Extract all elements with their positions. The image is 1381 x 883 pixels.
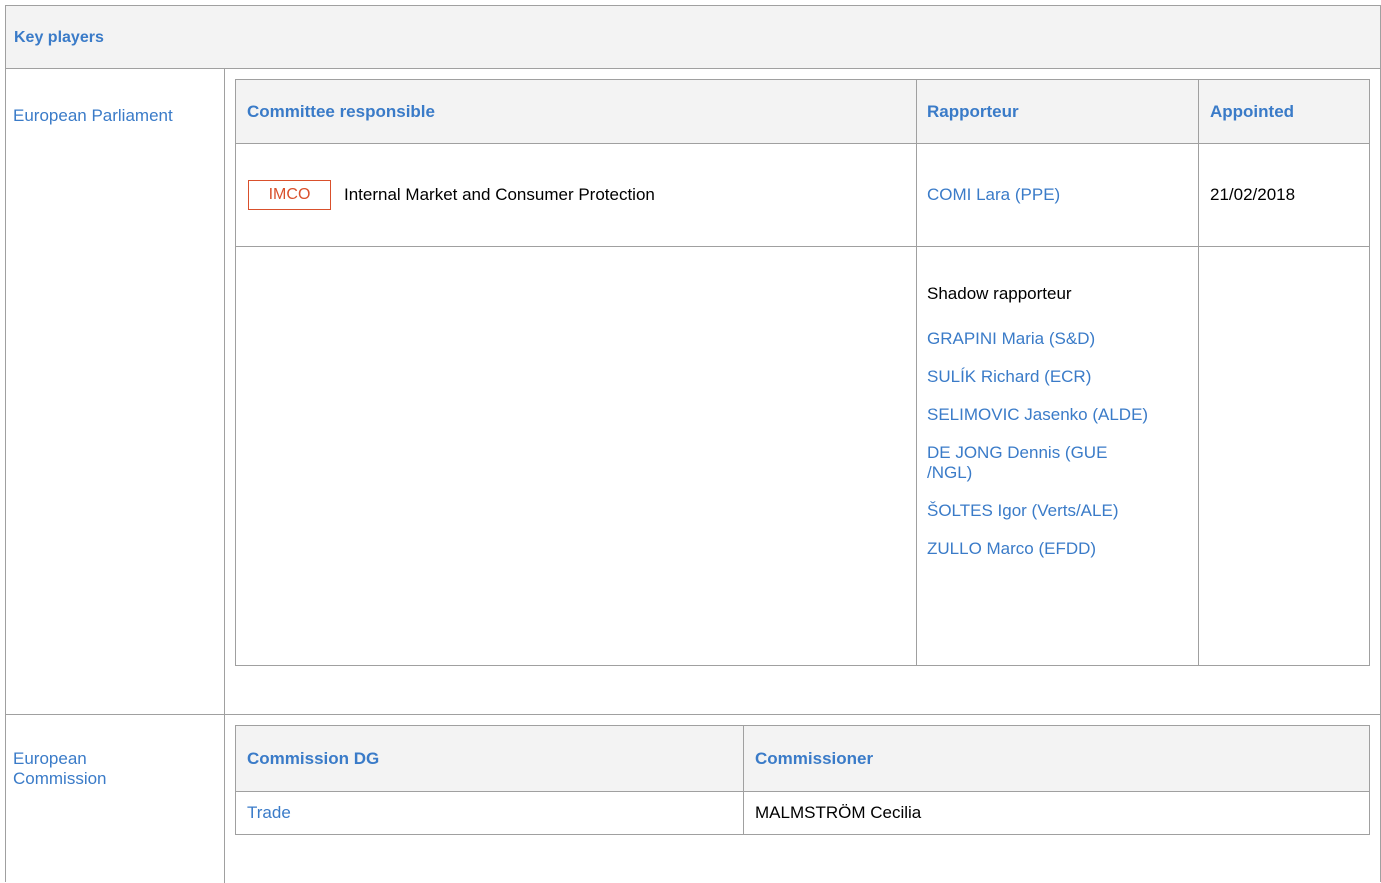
committee-table: Committee responsible Rapporteur Appoint… (235, 79, 1370, 666)
commission-dg-link[interactable]: Trade (247, 803, 291, 823)
shadow-rapporteur-link[interactable]: ŠOLTES Igor (Verts/ALE) (927, 501, 1118, 520)
committee-name: Internal Market and Consumer Protection (344, 185, 655, 204)
commission-table-header: Commission DG Commissioner (236, 726, 1369, 792)
commission-table: Commission DG Commissioner Trade MALMSTR… (235, 725, 1370, 835)
committee-table-header: Committee responsible Rapporteur Appoint… (236, 80, 1369, 144)
shadow-rapporteur-link[interactable]: GRAPINI Maria (S&D) (927, 329, 1095, 348)
appointed-column-header: Appointed (1210, 102, 1295, 121)
commission-row: Trade MALMSTRÖM Cecilia (236, 792, 1369, 834)
shadow-rapporteur-link[interactable]: SULÍK Richard (ECR) (927, 367, 1091, 386)
committee-row: IMCO Internal Market and Consumer Protec… (236, 144, 1369, 247)
panel-header: Key players (6, 6, 1380, 69)
shadow-rapporteur-link[interactable]: DE JONG Dennis (GUE /NGL) (927, 443, 1107, 482)
section-divider (224, 69, 225, 714)
committee-column-header: Committee responsible (247, 102, 435, 121)
shadow-rapporteur-link[interactable]: SELIMOVIC Jasenko (ALDE) (927, 405, 1148, 424)
shadow-rapporteur-list: GRAPINI Maria (S&D) SULÍK Richard (ECR) … (927, 329, 1157, 577)
european-parliament-section: European Parliament Committee responsibl… (6, 69, 1380, 715)
commissioner-column-header: Commissioner (755, 749, 874, 768)
european-parliament-link[interactable]: European Parliament (13, 106, 173, 126)
european-commission-section: European Commission Commission DG Commis… (6, 715, 1380, 883)
shadow-rapporteur-link[interactable]: ZULLO Marco (EFDD) (927, 539, 1096, 558)
commission-dg-column-header: Commission DG (247, 749, 380, 768)
shadow-rapporteur-title: Shadow rapporteur (927, 284, 1072, 303)
rapporteur-column-header: Rapporteur (927, 102, 1019, 121)
committee-code-badge[interactable]: IMCO (248, 180, 331, 210)
appointed-date: 21/02/2018 (1210, 185, 1296, 204)
shadow-rapporteur-row: Shadow rapporteur GRAPINI Maria (S&D) SU… (236, 247, 1369, 665)
section-divider (224, 715, 225, 883)
rapporteur-link[interactable]: COMI Lara (PPE) (927, 185, 1060, 205)
european-commission-link[interactable]: European Commission (13, 749, 163, 789)
panel-title: Key players (14, 29, 104, 46)
commissioner-name: MALMSTRÖM Cecilia (755, 803, 922, 822)
key-players-panel: Key players European Parliament Committe… (5, 5, 1381, 883)
